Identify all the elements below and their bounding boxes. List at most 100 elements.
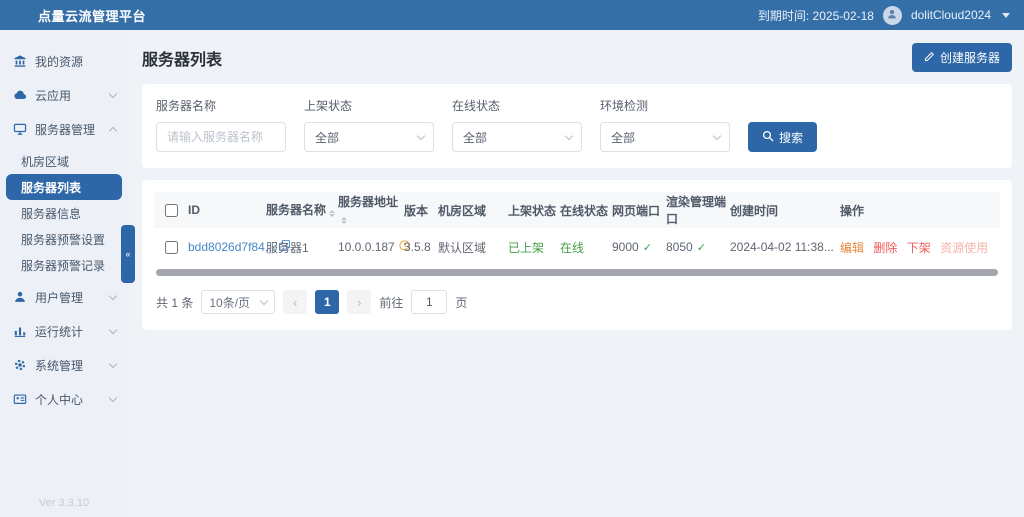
sidebar-item-label: 用户管理 bbox=[35, 289, 83, 306]
sidebar-subitem-label: 服务器信息 bbox=[21, 205, 81, 222]
online-status-value: 全部 bbox=[463, 129, 487, 146]
sidebar-item-label: 云应用 bbox=[35, 87, 71, 104]
sidebar-item-user-management[interactable]: 用户管理 bbox=[0, 282, 128, 312]
app-screen: 点量云流管理平台 到期时间: 2025-02-18 dolitCloud2024… bbox=[0, 0, 1024, 517]
topbar: 点量云流管理平台 到期时间: 2025-02-18 dolitCloud2024 bbox=[0, 0, 1024, 30]
created-time-cell: 2024-04-02 11:38... bbox=[730, 240, 826, 254]
sidebar-item-system-management[interactable]: 系统管理 bbox=[0, 350, 128, 380]
sidebar-item-run-statistics[interactable]: 运行统计 bbox=[0, 316, 128, 346]
shelf-status-label: 上架状态 bbox=[304, 97, 434, 114]
version-label: Ver 3.3.10 bbox=[0, 497, 128, 509]
header-region: 机房区域 bbox=[438, 202, 508, 219]
resources-icon bbox=[13, 54, 27, 68]
sidebar-subitem-server-alert-settings[interactable]: 服务器预警设置 bbox=[0, 226, 128, 252]
page-title: 服务器列表 bbox=[142, 46, 222, 70]
chevron-down-icon bbox=[417, 132, 425, 140]
goto-label: 前往 bbox=[379, 294, 403, 311]
sidebar-item-label: 服务器管理 bbox=[35, 121, 95, 138]
page-header: 服务器列表 创建服务器 bbox=[128, 30, 1024, 82]
horizontal-scrollbar[interactable] bbox=[156, 269, 998, 276]
server-management-icon bbox=[13, 122, 27, 136]
page-size-select[interactable]: 10条/页 bbox=[201, 290, 275, 314]
header-shelf-status: 上架状态 bbox=[508, 202, 560, 219]
sidebar-item-my-resources[interactable]: 我的资源 bbox=[0, 46, 128, 76]
filter-shelf-status: 上架状态 全部 bbox=[304, 97, 434, 152]
user-avatar[interactable] bbox=[883, 6, 902, 25]
sort-icon[interactable] bbox=[341, 214, 347, 227]
page-size-value: 10条/页 bbox=[209, 294, 250, 311]
header-online-status: 在线状态 bbox=[560, 202, 612, 219]
user-management-icon bbox=[13, 290, 27, 304]
pagination: 共 1 条 10条/页 ‹ 1 › 前往 页 bbox=[154, 288, 1000, 322]
edit-action-link[interactable]: 编辑 bbox=[840, 241, 864, 255]
sidebar-subitem-server-info[interactable]: 服务器信息 bbox=[0, 200, 128, 226]
filter-env-check: 环境检测 全部 bbox=[600, 97, 730, 152]
stats-icon bbox=[13, 324, 27, 338]
env-check-select[interactable]: 全部 bbox=[600, 122, 730, 152]
header-server-address-label: 服务器地址 bbox=[338, 195, 398, 209]
resource-usage-action-link[interactable]: 资源使用 bbox=[940, 241, 988, 255]
header-server-name[interactable]: 服务器名称 bbox=[266, 201, 338, 220]
create-server-button[interactable]: 创建服务器 bbox=[912, 43, 1012, 72]
sidebar: 我的资源 云应用 服务器管理 机房区域 服务器列表 服务器信息 服务器预警设置 bbox=[0, 30, 128, 517]
sidebar-item-label: 我的资源 bbox=[35, 53, 83, 70]
select-all-checkbox[interactable] bbox=[165, 204, 178, 217]
sidebar-item-label: 运行统计 bbox=[35, 323, 83, 340]
server-name-cell: 服务器1 bbox=[266, 239, 338, 256]
profile-icon bbox=[13, 392, 27, 406]
chevron-up-icon bbox=[109, 126, 117, 134]
user-avatar-icon bbox=[886, 8, 898, 23]
server-name-input[interactable] bbox=[156, 122, 286, 152]
sidebar-subitem-machine-room-region[interactable]: 机房区域 bbox=[0, 148, 128, 174]
page-number-button[interactable]: 1 bbox=[315, 290, 339, 314]
system-icon bbox=[13, 358, 27, 372]
pencil-icon bbox=[924, 51, 935, 65]
online-status-label: 在线状态 bbox=[452, 97, 582, 114]
header-server-address[interactable]: 服务器地址 bbox=[338, 193, 404, 227]
row-checkbox[interactable] bbox=[165, 241, 178, 254]
sidebar-subitem-label: 机房区域 bbox=[21, 153, 69, 170]
prev-page-button[interactable]: ‹ bbox=[283, 290, 307, 314]
sort-icon[interactable] bbox=[329, 207, 335, 220]
search-button[interactable]: 搜索 bbox=[748, 122, 817, 152]
header-render-port: 渲染管理端口 bbox=[666, 193, 730, 227]
delete-action-link[interactable]: 删除 bbox=[873, 241, 897, 255]
header-server-name-label: 服务器名称 bbox=[266, 203, 326, 217]
sidebar-subitem-label: 服务器预警设置 bbox=[21, 231, 105, 248]
render-port-cell: 8050 bbox=[666, 240, 693, 254]
header-web-port: 网页端口 bbox=[612, 202, 666, 219]
sidebar-collapse-button[interactable]: « bbox=[121, 225, 135, 283]
filter-online-status: 在线状态 全部 bbox=[452, 97, 582, 152]
expiry-date-label: 到期时间: 2025-02-18 bbox=[758, 7, 874, 24]
sidebar-subitem-server-list[interactable]: 服务器列表 bbox=[6, 174, 122, 200]
server-name-label: 服务器名称 bbox=[156, 97, 286, 114]
header-actions: 操作 bbox=[826, 202, 1000, 219]
total-count-label: 共 1 条 bbox=[156, 294, 193, 311]
next-page-button[interactable]: › bbox=[347, 290, 371, 314]
filter-card: 服务器名称 上架状态 全部 在线状态 全部 bbox=[142, 84, 1012, 168]
sidebar-item-personal-center[interactable]: 个人中心 bbox=[0, 384, 128, 414]
chevron-down-icon bbox=[109, 291, 117, 299]
sidebar-subitem-label: 服务器列表 bbox=[21, 179, 81, 196]
search-icon bbox=[762, 130, 774, 145]
create-server-label: 创建服务器 bbox=[940, 49, 1000, 66]
page-unit-label: 页 bbox=[455, 294, 467, 311]
sidebar-subitem-server-alert-records[interactable]: 服务器预警记录 bbox=[0, 252, 128, 278]
filter-server-name: 服务器名称 bbox=[156, 97, 286, 152]
server-id-link[interactable]: bdd8026d7f84... bbox=[188, 240, 275, 254]
goto-page-input[interactable] bbox=[411, 290, 447, 314]
chevron-down-icon bbox=[109, 89, 117, 97]
cloud-icon bbox=[13, 88, 27, 102]
username-label[interactable]: dolitCloud2024 bbox=[911, 8, 991, 22]
shelf-status-select[interactable]: 全部 bbox=[304, 122, 434, 152]
user-menu-caret-icon[interactable] bbox=[1002, 13, 1010, 18]
offline-action-link[interactable]: 下架 bbox=[907, 241, 931, 255]
chevron-down-icon bbox=[109, 325, 117, 333]
sidebar-item-cloud-apps[interactable]: 云应用 bbox=[0, 80, 128, 110]
chevron-down-icon bbox=[260, 297, 268, 305]
header-created-time: 创建时间 bbox=[730, 202, 826, 219]
online-status-badge: 在线 bbox=[560, 239, 612, 256]
chevron-down-icon bbox=[109, 359, 117, 367]
online-status-select[interactable]: 全部 bbox=[452, 122, 582, 152]
sidebar-item-server-management[interactable]: 服务器管理 bbox=[0, 114, 128, 144]
